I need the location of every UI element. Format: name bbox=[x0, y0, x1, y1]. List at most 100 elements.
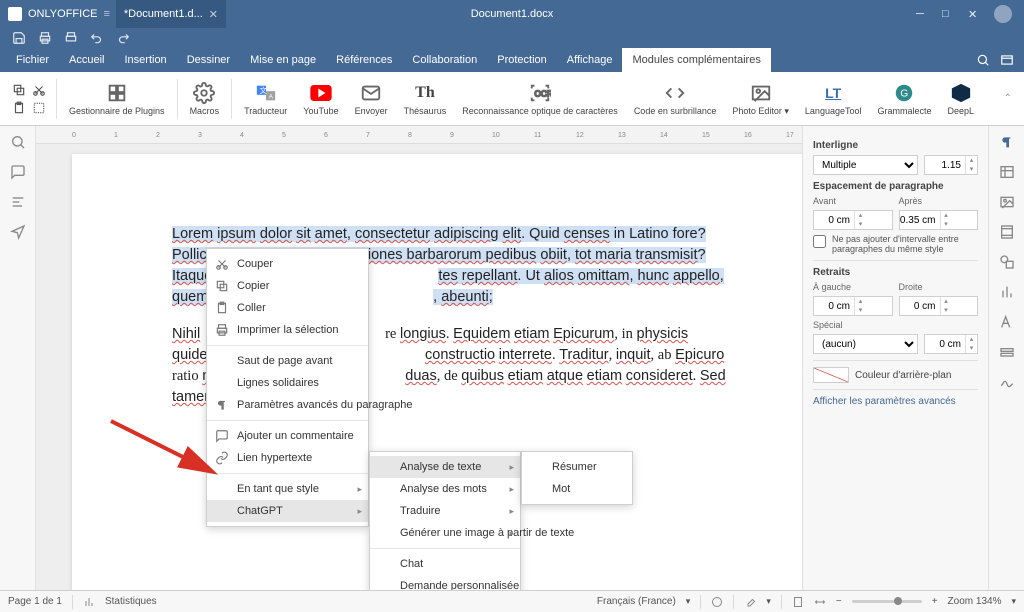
menu-item[interactable]: Imprimer la sélection bbox=[207, 319, 368, 341]
highlight-code-button[interactable]: Code en surbrillance bbox=[626, 81, 725, 117]
menu-item[interactable]: Demande personnalisée bbox=[370, 575, 520, 590]
close-window-icon[interactable]: ✕ bbox=[968, 8, 980, 21]
menu-item[interactable]: Analyse des mots▸ bbox=[370, 478, 520, 500]
right-sidebar bbox=[988, 126, 1024, 590]
close-tab-icon[interactable]: ✕ bbox=[209, 8, 218, 21]
menu-item[interactable]: Lignes solidaires bbox=[207, 372, 368, 394]
header-footer-icon[interactable] bbox=[999, 224, 1015, 240]
menu-dessiner[interactable]: Dessiner bbox=[177, 48, 240, 72]
menu-item[interactable]: ChatGPT▸ bbox=[207, 500, 368, 522]
signature-settings-icon[interactable] bbox=[999, 374, 1015, 390]
zoom-out-button[interactable]: − bbox=[836, 596, 842, 607]
plugin-manager-button[interactable]: Gestionnaire de Plugins bbox=[61, 81, 173, 117]
fit-page-icon[interactable] bbox=[792, 596, 804, 608]
open-location-icon[interactable] bbox=[1000, 53, 1014, 67]
advanced-settings-link[interactable]: Afficher les paramètres avancés bbox=[813, 396, 978, 407]
interligne-value-input[interactable]: ▴▾ bbox=[924, 155, 978, 175]
maximize-icon[interactable]: □ bbox=[942, 8, 954, 20]
menu-item[interactable]: Générer une image à partir de texte▸ bbox=[370, 522, 520, 544]
espacement-apres-input[interactable]: ▴▾ bbox=[899, 210, 979, 230]
menu-item[interactable]: Paramètres avancés du paragraphe bbox=[207, 394, 368, 416]
user-avatar-icon[interactable] bbox=[994, 5, 1012, 23]
menu-references[interactable]: Références bbox=[326, 48, 402, 72]
collapse-ribbon-icon[interactable]: ⌃ bbox=[1004, 93, 1018, 104]
shape-settings-icon[interactable] bbox=[999, 254, 1015, 270]
menu-insertion[interactable]: Insertion bbox=[114, 48, 176, 72]
menu-item[interactable]: Copier bbox=[207, 275, 368, 297]
comments-icon[interactable] bbox=[10, 164, 26, 180]
document-tab[interactable]: *Document1.d... ✕ bbox=[116, 0, 226, 28]
select-all-icon[interactable] bbox=[32, 101, 46, 115]
statistics-button[interactable]: Statistiques bbox=[105, 596, 157, 607]
interligne-mode-select[interactable]: Multiple bbox=[813, 155, 918, 175]
retrait-gauche-input[interactable]: ▴▾ bbox=[813, 296, 893, 316]
menu-item[interactable]: Traduire▸ bbox=[370, 500, 520, 522]
ocr-button[interactable]: OCR Reconnaissance optique de caractères bbox=[454, 81, 626, 117]
ribbon-clipboard-group bbox=[6, 83, 52, 115]
menu-item[interactable]: Coller bbox=[207, 297, 368, 319]
menu-item[interactable]: Ajouter un commentaire bbox=[207, 425, 368, 447]
minimize-icon[interactable]: ─ bbox=[916, 8, 928, 20]
form-settings-icon[interactable] bbox=[999, 344, 1015, 360]
retrait-droite-input[interactable]: ▴▾ bbox=[899, 296, 979, 316]
menu-item[interactable]: En tant que style▸ bbox=[207, 478, 368, 500]
youtube-button[interactable]: YouTube bbox=[295, 81, 346, 117]
languagetool-button[interactable]: LT LanguageTool bbox=[797, 81, 870, 117]
cut-icon[interactable] bbox=[32, 83, 46, 97]
quickprint-icon[interactable] bbox=[64, 31, 78, 45]
find-icon[interactable] bbox=[10, 134, 26, 150]
no-space-same-style-checkbox[interactable] bbox=[813, 235, 826, 248]
copy-icon[interactable] bbox=[12, 83, 26, 97]
menu-item[interactable]: Résumer bbox=[522, 456, 632, 478]
print-icon[interactable] bbox=[38, 31, 52, 45]
menu-fichier[interactable]: Fichier bbox=[6, 48, 59, 72]
headings-icon[interactable] bbox=[10, 194, 26, 210]
table-settings-icon[interactable] bbox=[999, 164, 1015, 180]
bg-color-swatch[interactable] bbox=[813, 367, 849, 383]
deepl-button[interactable]: DeepL bbox=[940, 81, 983, 117]
undo-icon[interactable] bbox=[90, 31, 104, 45]
chart-settings-icon[interactable] bbox=[999, 284, 1015, 300]
photo-editor-button[interactable]: Photo Editor ▾ bbox=[724, 81, 797, 117]
menu-affichage[interactable]: Affichage bbox=[557, 48, 623, 72]
espacement-avant-input[interactable]: ▴▾ bbox=[813, 210, 893, 230]
menu-bar: Fichier Accueil Insertion Dessiner Mise … bbox=[0, 48, 1024, 72]
thesaurus-button[interactable]: Th Thésaurus bbox=[396, 81, 455, 117]
menu-mise-en-page[interactable]: Mise en page bbox=[240, 48, 326, 72]
menu-accueil[interactable]: Accueil bbox=[59, 48, 114, 72]
macros-button[interactable]: Macros bbox=[182, 81, 228, 117]
grammalecte-button[interactable]: G Grammalecte bbox=[869, 81, 939, 117]
ribbon-separator bbox=[177, 79, 178, 119]
save-icon[interactable] bbox=[12, 31, 26, 45]
search-icon[interactable] bbox=[976, 53, 990, 67]
feedback-icon[interactable] bbox=[10, 224, 26, 240]
menu-item[interactable]: Analyse de texte▸ bbox=[370, 456, 520, 478]
menu-modules-complementaires[interactable]: Modules complémentaires bbox=[622, 48, 770, 72]
page-indicator[interactable]: Page 1 de 1 bbox=[8, 596, 62, 607]
menu-item[interactable]: Mot bbox=[522, 478, 632, 500]
menu-item[interactable]: Lien hypertexte bbox=[207, 447, 368, 469]
language-selector[interactable]: Français (France) bbox=[597, 596, 676, 607]
image-settings-icon[interactable] bbox=[999, 194, 1015, 210]
zoom-slider[interactable] bbox=[852, 600, 922, 603]
menu-item[interactable]: Saut de page avant bbox=[207, 350, 368, 372]
menu-item[interactable]: Chat bbox=[370, 553, 520, 575]
redo-icon[interactable] bbox=[116, 31, 130, 45]
status-bar: Page 1 de 1 Statistiques Français (Franc… bbox=[0, 590, 1024, 612]
zoom-in-button[interactable]: + bbox=[932, 596, 938, 607]
horizontal-ruler[interactable]: 0123456789101112131415161718 bbox=[36, 126, 802, 144]
menu-protection[interactable]: Protection bbox=[487, 48, 557, 72]
paragraph-settings-icon[interactable] bbox=[999, 134, 1015, 150]
translator-button[interactable]: 文A Traducteur bbox=[236, 81, 295, 117]
retrait-special-input[interactable]: ▴▾ bbox=[924, 334, 978, 354]
menu-item[interactable]: Couper bbox=[207, 253, 368, 275]
trackchanges-icon[interactable] bbox=[744, 596, 756, 608]
fit-width-icon[interactable] bbox=[814, 596, 826, 608]
spellcheck-icon[interactable] bbox=[711, 596, 723, 608]
paste-icon[interactable] bbox=[12, 101, 26, 115]
send-button[interactable]: Envoyer bbox=[347, 81, 396, 117]
zoom-label[interactable]: Zoom 134% bbox=[948, 596, 1002, 607]
textart-settings-icon[interactable] bbox=[999, 314, 1015, 330]
menu-collaboration[interactable]: Collaboration bbox=[402, 48, 487, 72]
retrait-special-select[interactable]: (aucun) bbox=[813, 334, 918, 354]
